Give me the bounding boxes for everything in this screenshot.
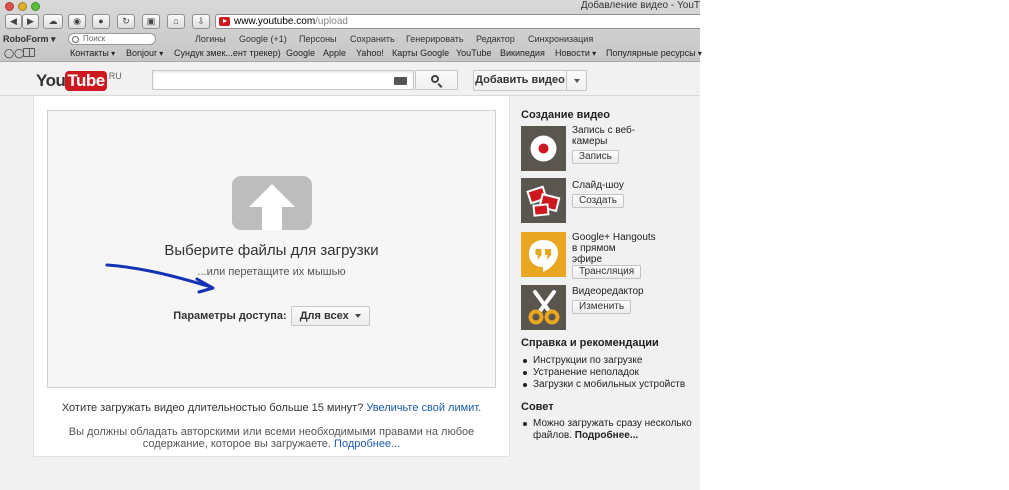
tip-text: Можно загружать сразу несколько файлов. … — [521, 418, 692, 442]
reading-list-icon[interactable]: ◯◯ — [4, 48, 24, 59]
help-heading: Справка и рекомендации — [521, 337, 659, 349]
lightbulb-icon[interactable]: ● — [92, 14, 110, 29]
rf-item-generate[interactable]: Генерировать — [406, 34, 464, 45]
create-video-sidebar: Создание видео Запись с веб- камеры Запи… — [521, 96, 700, 490]
slideshow-photos-icon[interactable] — [521, 178, 566, 223]
bookmark-yahoo[interactable]: Yahoo! — [356, 48, 384, 59]
upload-limit-text: Хотите загружать видео длительностью бол… — [61, 402, 364, 414]
url-path: /upload — [315, 16, 348, 27]
increase-limit-link[interactable]: Увеличьте свой лимит. — [366, 402, 481, 414]
bookmark-wikipedia[interactable]: Википедия — [500, 48, 545, 59]
upload-limit-notice: Хотите загружать видео длительностью бол… — [47, 402, 496, 414]
title-bar: Добавление видео - YouT — [0, 0, 700, 13]
roboform-search-input[interactable]: Поиск — [68, 33, 156, 45]
minimize-window-button[interactable] — [18, 2, 27, 11]
video-editor-tool-title: Видеоредактор — [572, 286, 644, 297]
tip-more-link[interactable]: Подробнее... — [575, 430, 638, 441]
url-domain: www.youtube.com — [234, 16, 316, 27]
youtube-header: You Tube RU Добавить видео — [0, 62, 700, 96]
help-link-upload-instructions[interactable]: Инструкции по загрузке — [521, 355, 685, 367]
bookmark-google[interactable]: Google — [286, 48, 315, 59]
bookmark-news[interactable]: Новости — [555, 48, 596, 59]
close-window-button[interactable] — [5, 2, 14, 11]
page-content: Выберите файлы для загрузки ...или перет… — [0, 96, 700, 490]
access-settings-row: Параметры доступа: Для всех — [48, 306, 495, 326]
forward-button[interactable]: ▶ — [22, 14, 39, 29]
back-button[interactable]: ◀ — [5, 14, 22, 29]
select-files-title[interactable]: Выберите файлы для загрузки — [48, 242, 495, 259]
upload-dropzone[interactable]: Выберите файлы для загрузки ...или перет… — [47, 110, 496, 388]
copyright-text: Вы должны обладать авторскими или всеми … — [68, 426, 475, 450]
reload-icon[interactable]: ↻ — [117, 14, 135, 29]
edit-video-button[interactable]: Изменить — [572, 300, 632, 314]
access-settings-label: Параметры доступа: — [173, 310, 287, 322]
rf-item-google-plus[interactable]: Google (+1) — [239, 34, 287, 45]
create-slideshow-button[interactable]: Создать — [572, 194, 625, 208]
tip-list: Можно загружать сразу несколько файлов. … — [521, 418, 692, 442]
search-button[interactable] — [415, 70, 458, 90]
copyright-notice: Вы должны обладать авторскими или всеми … — [60, 426, 483, 450]
bookmark-google-maps[interactable]: Карты Google — [392, 48, 449, 59]
help-link-mobile-uploads[interactable]: Загрузки с мобильных устройств — [521, 379, 685, 391]
record-button[interactable]: Запись — [572, 150, 619, 164]
webcam-record-icon[interactable] — [521, 126, 566, 171]
rf-item-save[interactable]: Сохранить — [350, 34, 395, 45]
bookmarks-book-icon[interactable] — [23, 48, 35, 57]
roboform-menu[interactable]: RoboForm ▾ — [3, 34, 56, 45]
hangouts-quote-icon[interactable] — [521, 232, 566, 277]
bookmarks-bar: ◯◯ Контакты Bonjour Сундук змек...ент тр… — [0, 46, 700, 61]
zoom-window-button[interactable] — [31, 2, 40, 11]
bookmark-youtube[interactable]: YouTube — [456, 48, 491, 59]
roboform-toolbar: RoboForm ▾ Поиск Логины Google (+1) Перс… — [0, 32, 700, 46]
youtube-favicon-icon — [219, 17, 230, 26]
upload-menu-chevron-down-icon[interactable] — [566, 70, 587, 91]
create-video-heading: Создание видео — [521, 109, 611, 121]
help-link-troubleshooting[interactable]: Устранение неполадок — [521, 367, 685, 379]
browser-chrome: Добавление видео - YouT ◀ ▶ ☁ ◉ ● ↻ ▣ ⌂ … — [0, 0, 700, 62]
slideshow-tool-title: Слайд-шоу — [572, 180, 624, 191]
webcam-tool-title: Запись с веб- камеры — [572, 125, 636, 147]
youtube-search-input[interactable] — [152, 70, 414, 90]
hangouts-tool-title: Google+ Hangouts в прямом эфире — [572, 232, 656, 265]
download-icon[interactable]: ⇩ — [192, 14, 210, 29]
history-icon[interactable]: ◉ — [68, 14, 86, 29]
bookmark-popular[interactable]: Популярные ресурсы — [606, 48, 702, 59]
bookmark-apple[interactable]: Apple — [323, 48, 346, 59]
address-bar[interactable]: www.youtube.com/upload — [215, 14, 700, 29]
rf-item-editor[interactable]: Редактор — [476, 34, 515, 45]
scissors-icon[interactable] — [521, 285, 566, 330]
hand-drawn-arrow-annotation — [105, 263, 215, 294]
bookmark-contacts[interactable]: Контакты — [70, 48, 115, 59]
stop-icon[interactable]: ▣ — [142, 14, 160, 29]
upload-video-button[interactable]: Добавить видео — [473, 70, 566, 91]
browser-toolbar: ◀ ▶ ☁ ◉ ● ↻ ▣ ⌂ ⇩ www.youtube.com/upload — [0, 13, 700, 31]
copyright-more-link[interactable]: Подробнее... — [334, 438, 400, 450]
rf-item-logins[interactable]: Логины — [195, 34, 226, 45]
help-list: Инструкции по загрузке Устранение непола… — [521, 355, 685, 391]
rf-item-identities[interactable]: Персоны — [299, 34, 337, 45]
upload-arrow-icon[interactable] — [232, 176, 312, 230]
access-privacy-select[interactable]: Для всех — [290, 306, 370, 326]
broadcast-button[interactable]: Трансляция — [572, 265, 642, 279]
bookmark-bonjour[interactable]: Bonjour — [126, 48, 163, 59]
screenshot-root: Добавление видео - YouT ◀ ▶ ☁ ◉ ● ↻ ▣ ⌂ … — [0, 0, 1009, 490]
window-title: Добавление видео - YouT — [580, 0, 700, 11]
home-icon[interactable]: ⌂ — [167, 14, 185, 29]
tip-heading: Совет — [521, 401, 554, 413]
icloud-icon[interactable]: ☁ — [43, 14, 63, 29]
search-icon — [431, 75, 439, 83]
youtube-logo[interactable]: You Tube RU — [36, 71, 122, 91]
rf-item-sync[interactable]: Синхронизация — [528, 34, 593, 45]
keyboard-icon[interactable] — [394, 77, 407, 85]
bookmark-torrent[interactable]: Сундук змек...ент трекер) — [174, 48, 281, 59]
